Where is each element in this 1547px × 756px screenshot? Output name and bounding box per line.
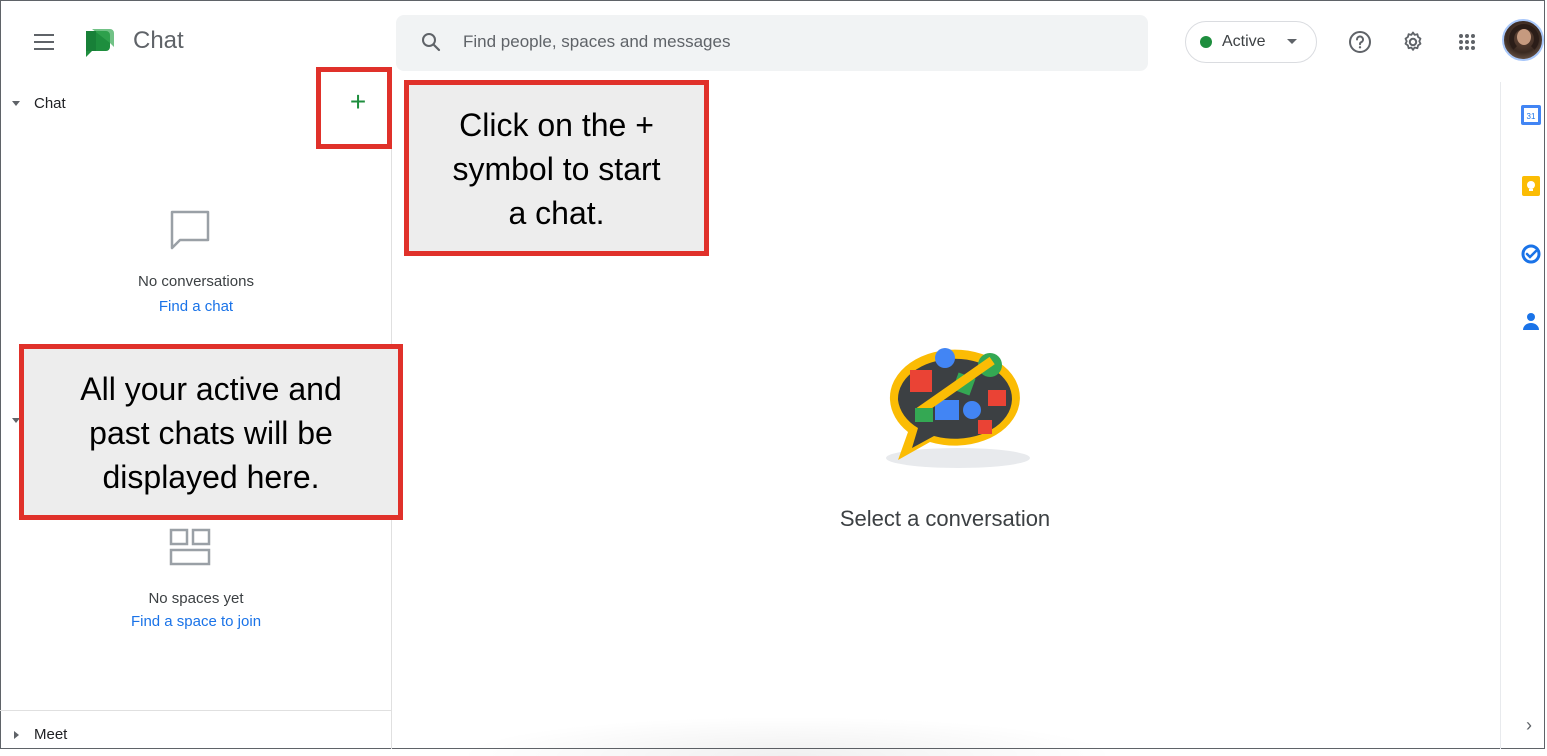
plus-callout-line-3: a chat. xyxy=(508,195,605,231)
svg-text:31: 31 xyxy=(1527,112,1536,121)
contacts-icon[interactable] xyxy=(1520,310,1542,332)
app-title: Chat xyxy=(133,27,184,54)
status-label[interactable]: Active xyxy=(1222,33,1266,51)
expand-caret-icon[interactable] xyxy=(14,731,19,739)
avatar[interactable] xyxy=(1502,19,1544,61)
empty-state-illustration xyxy=(886,348,1030,468)
bottom-shadow xyxy=(454,716,1120,756)
menu-icon[interactable] xyxy=(34,34,54,50)
no-spaces-text: No spaces yet xyxy=(148,590,244,607)
find-chat-link[interactable]: Find a chat xyxy=(0,298,392,315)
collapse-caret-icon[interactable] xyxy=(12,101,20,106)
calendar-icon[interactable]: 31 xyxy=(1520,104,1542,126)
list-callout-line-2: past chats will be xyxy=(89,415,333,451)
plus-highlight-box xyxy=(316,67,392,149)
chat-logo-icon xyxy=(86,29,114,57)
chevron-right-icon[interactable]: › xyxy=(1526,715,1532,736)
meet-section-label[interactable]: Meet xyxy=(34,726,67,743)
list-callout-line-3: displayed here. xyxy=(102,459,320,495)
keep-icon[interactable] xyxy=(1520,175,1542,197)
select-conversation-text: Select a conversation xyxy=(839,506,1051,531)
plus-callout: Click on the + symbol to start a chat. xyxy=(404,80,709,256)
tasks-icon[interactable] xyxy=(1520,243,1542,265)
no-conversations-text: No conversations xyxy=(138,273,254,290)
find-space-link[interactable]: Find a space to join xyxy=(0,613,392,630)
chat-list-callout: All your active and past chats will be d… xyxy=(19,344,403,520)
chat-bubble-icon xyxy=(170,210,210,250)
status-dot xyxy=(1200,36,1212,48)
search-icon[interactable] xyxy=(419,30,443,54)
help-icon[interactable] xyxy=(1348,30,1372,54)
caret-down-icon[interactable] xyxy=(1287,39,1297,44)
plus-callout-line-2: symbol to start xyxy=(452,151,661,187)
plus-callout-line-1: Click on the + xyxy=(459,107,654,143)
chat-section-label[interactable]: Chat xyxy=(34,95,66,112)
apps-grid-icon[interactable] xyxy=(1455,30,1479,54)
sidebar-divider xyxy=(0,710,392,711)
list-callout-line-1: All your active and xyxy=(80,371,342,407)
top-bar: Chat Find people, spaces and messages Ac… xyxy=(0,0,1547,82)
search-input[interactable]: Find people, spaces and messages xyxy=(463,32,730,52)
settings-icon[interactable] xyxy=(1401,30,1425,54)
spaces-icon xyxy=(169,528,211,566)
